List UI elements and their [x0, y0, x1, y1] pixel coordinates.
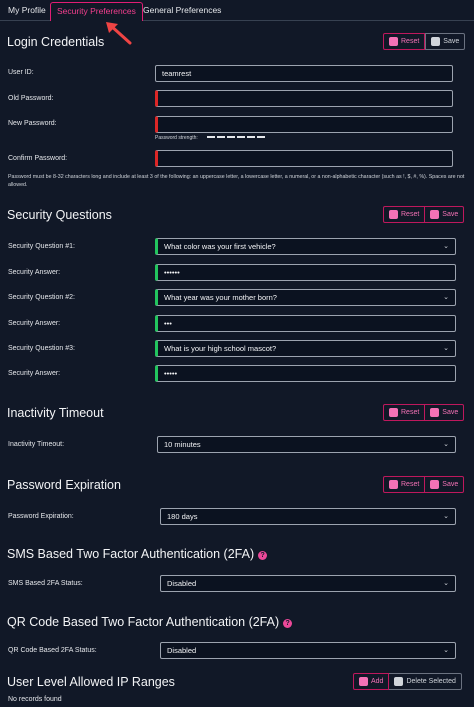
security-answer-2-label: Security Answer: — [8, 320, 61, 327]
user-id-label: User ID: — [8, 69, 34, 76]
security-question-3-label: Security Question #3: — [8, 345, 75, 352]
chevron-down-icon: ⌄ — [443, 294, 449, 301]
minus-icon — [394, 677, 404, 686]
strength-bar — [227, 136, 235, 138]
qr-2fa-status-label: QR Code Based 2FA Status: — [8, 647, 97, 654]
security-questions-title: Security Questions — [7, 208, 112, 222]
expiration-save-button[interactable]: Save — [425, 476, 465, 493]
expiration-button-group: Reset Save — [383, 476, 465, 493]
help-icon[interactable]: ? — [283, 619, 293, 628]
password-expiration-label: Password Expiration: — [8, 513, 74, 520]
save-icon — [430, 408, 440, 417]
security-answer-3-label: Security Answer: — [8, 370, 61, 377]
inactivity-timeout-label: Inactivity Timeout: — [8, 441, 65, 448]
refresh-icon — [389, 37, 398, 46]
add-ip-range-button[interactable]: Add — [353, 673, 390, 690]
sms-2fa-status-label: SMS Based 2FA Status: — [8, 580, 83, 587]
security-question-2-label: Security Question #2: — [8, 294, 75, 301]
user-id-input[interactable]: teamrest — [155, 65, 453, 82]
questions-save-button[interactable]: Save — [425, 206, 465, 223]
security-answer-3-input[interactable]: ••••• — [155, 365, 456, 382]
password-strength-meter — [207, 136, 265, 138]
security-answer-1-label: Security Answer: — [8, 269, 61, 276]
inactivity-button-group: Reset Save — [383, 404, 465, 421]
refresh-icon — [389, 408, 398, 417]
tab-my-profile[interactable]: My Profile — [2, 2, 52, 21]
empty-records-text: No records found — [8, 696, 62, 703]
help-icon[interactable]: ? — [258, 551, 268, 560]
ip-ranges-title: User Level Allowed IP Ranges — [7, 675, 175, 689]
login-button-group: Reset Save — [383, 33, 466, 50]
expiration-reset-button[interactable]: Reset — [383, 476, 426, 493]
security-answer-2-input[interactable]: ••• — [155, 315, 456, 332]
save-icon — [430, 480, 440, 489]
refresh-icon — [389, 210, 398, 219]
chevron-down-icon: ⌄ — [443, 580, 449, 587]
security-question-3-select[interactable]: What is your high school mascot? ⌄ — [155, 340, 456, 357]
password-expiration-title: Password Expiration — [7, 478, 121, 492]
confirm-password-input[interactable] — [155, 150, 453, 167]
qr-2fa-title: QR Code Based Two Factor Authentication … — [7, 615, 293, 629]
new-password-input[interactable] — [155, 116, 453, 133]
old-password-label: Old Password: — [8, 95, 54, 102]
chevron-down-icon: ⌄ — [443, 647, 449, 654]
password-expiration-select[interactable]: 180 days ⌄ — [160, 508, 456, 525]
security-question-1-select[interactable]: What color was your first vehicle? ⌄ — [155, 238, 456, 255]
inactivity-save-button[interactable]: Save — [425, 404, 465, 421]
save-icon — [431, 37, 441, 46]
qr-2fa-status-select[interactable]: Disabled ⌄ — [160, 642, 456, 659]
plus-icon — [359, 677, 368, 686]
save-icon — [430, 210, 440, 219]
login-reset-button[interactable]: Reset — [383, 33, 426, 50]
ip-ranges-button-group: Add Delete Selected — [353, 673, 462, 690]
strength-bar — [207, 136, 215, 138]
login-credentials-title: Login Credentials — [7, 35, 105, 49]
questions-reset-button[interactable]: Reset — [383, 206, 426, 223]
tab-general-preferences[interactable]: General Preferences — [137, 2, 227, 21]
strength-bar — [247, 136, 255, 138]
strength-bar — [237, 136, 245, 138]
inactivity-reset-button[interactable]: Reset — [383, 404, 426, 421]
new-password-label: New Password: — [8, 120, 57, 127]
tab-bar: My Profile Security Preferences General … — [0, 0, 474, 21]
pointer-arrow-icon — [106, 22, 132, 45]
inactivity-timeout-select[interactable]: 10 minutes ⌄ — [157, 436, 456, 453]
security-answer-1-input[interactable]: •••••• — [155, 264, 456, 281]
sms-2fa-title: SMS Based Two Factor Authentication (2FA… — [7, 547, 268, 561]
inactivity-timeout-title: Inactivity Timeout — [7, 406, 104, 420]
sms-2fa-status-select[interactable]: Disabled ⌄ — [160, 575, 456, 592]
strength-bar — [257, 136, 265, 138]
chevron-down-icon: ⌄ — [443, 441, 449, 448]
password-strength-label: Password strength: — [155, 135, 198, 141]
security-question-2-select[interactable]: What year was your mother born? ⌄ — [155, 289, 456, 306]
chevron-down-icon: ⌄ — [443, 243, 449, 250]
password-rules-hint: Password must be 8-32 characters long an… — [8, 174, 465, 188]
strength-bar — [217, 136, 225, 138]
questions-button-group: Reset Save — [383, 206, 465, 223]
confirm-password-label: Confirm Password: — [8, 155, 68, 162]
chevron-down-icon: ⌄ — [443, 513, 449, 520]
chevron-down-icon: ⌄ — [443, 345, 449, 352]
refresh-icon — [389, 480, 398, 489]
tab-security-preferences[interactable]: Security Preferences — [50, 2, 143, 21]
old-password-input[interactable] — [155, 90, 453, 107]
security-question-1-label: Security Question #1: — [8, 243, 75, 250]
delete-selected-button[interactable]: Delete Selected — [389, 673, 462, 690]
login-save-button[interactable]: Save — [425, 33, 466, 50]
